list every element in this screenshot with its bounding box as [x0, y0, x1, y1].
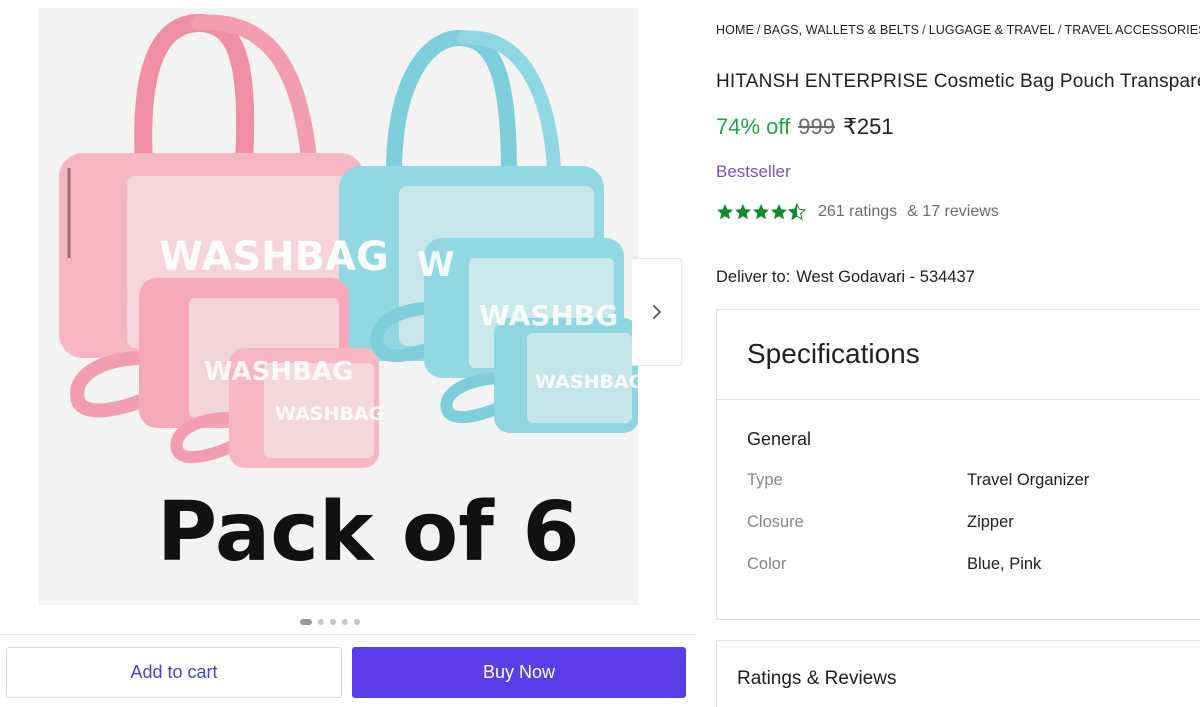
star-rating — [716, 203, 808, 221]
pack-label: Pack of 6 — [157, 485, 580, 580]
price-row: 74% off 999 ₹251 — [716, 114, 894, 140]
ratings-reviews-heading: Ratings & Reviews — [737, 668, 897, 689]
rating-summary[interactable]: 261 ratings & 17 reviews — [716, 203, 999, 221]
spec-key: Closure — [747, 513, 804, 531]
spec-key: Color — [747, 555, 787, 573]
spec-row-color: Color Blue, Pink — [747, 555, 1041, 574]
svg-text:WASHBAG: WASHBAG — [204, 357, 353, 387]
spec-group-general: General — [747, 429, 812, 449]
original-price: 999 — [798, 114, 835, 139]
breadcrumb-travel-accessories[interactable]: TRAVEL ACCESSORIES — [1064, 23, 1200, 37]
spec-key: Type — [747, 471, 783, 489]
breadcrumb-home[interactable]: HOME — [716, 23, 754, 37]
discount-percent: 74% off — [716, 114, 791, 139]
carousel-dot[interactable] — [354, 619, 360, 625]
carousel-dot[interactable] — [330, 619, 336, 625]
svg-text:W: W — [417, 245, 455, 285]
star-icon — [717, 204, 733, 220]
product-image[interactable]: WASHBAG WASHBAG WASHBAG WASHBG WASHBAG W… — [39, 8, 638, 605]
bestseller-badge: Bestseller — [716, 162, 791, 181]
deliver-label: Deliver to: — [716, 268, 791, 286]
specifications-card: Specifications General Type Travel Organi… — [716, 309, 1200, 620]
star-half-icon — [788, 203, 806, 220]
svg-text:WASHBAG: WASHBAG — [275, 403, 384, 425]
deliver-location: West Godavari - 534437 — [796, 268, 975, 286]
reviews-count: & 17 reviews — [907, 203, 999, 220]
next-image-button[interactable] — [632, 258, 682, 366]
spec-value: Blue, Pink — [967, 555, 1042, 573]
svg-text:WASHBG: WASHBG — [479, 299, 618, 332]
purchase-action-bar: Add to cart Buy Now — [0, 634, 697, 707]
star-icon — [735, 204, 751, 220]
breadcrumb: HOME / BAGS, WALLETS & BELTS / LUGGAGE & TRA… — [716, 23, 1200, 37]
spec-value: Travel Organizer — [967, 471, 1090, 489]
ratings-count: 261 ratings — [818, 203, 898, 220]
carousel-dot[interactable] — [318, 619, 324, 625]
image-carousel-dots — [300, 619, 360, 625]
star-icons — [717, 203, 806, 220]
carousel-dot[interactable] — [300, 619, 312, 625]
star-icon — [771, 204, 787, 220]
specifications-heading: Specifications — [717, 310, 1200, 400]
chevron-right-icon — [652, 305, 661, 319]
delivery-location[interactable]: Deliver to: West Godavari - 534437 — [716, 268, 975, 287]
star-icon — [753, 204, 769, 220]
breadcrumb-bags[interactable]: BAGS, WALLETS & BELTS — [763, 23, 919, 37]
spec-row-type: Type Travel Organizer — [747, 471, 1089, 490]
buy-now-button[interactable]: Buy Now — [352, 647, 686, 698]
breadcrumb-luggage[interactable]: LUGGAGE & TRAVEL — [929, 23, 1055, 37]
add-to-cart-button[interactable]: Add to cart — [6, 647, 342, 698]
washbag-text-big: WASHBAG — [159, 234, 389, 280]
spec-value: Zipper — [967, 513, 1014, 531]
svg-text:WASHBAG: WASHBAG — [535, 371, 638, 393]
spec-row-closure: Closure Zipper — [747, 513, 1014, 532]
product-title: HITANSH ENTERPRISE Cosmetic Bag Pouch Tr… — [716, 71, 1200, 92]
ratings-reviews-card[interactable]: Ratings & Reviews — [716, 640, 1200, 707]
carousel-dot[interactable] — [342, 619, 348, 625]
selling-price: ₹251 — [842, 114, 894, 139]
